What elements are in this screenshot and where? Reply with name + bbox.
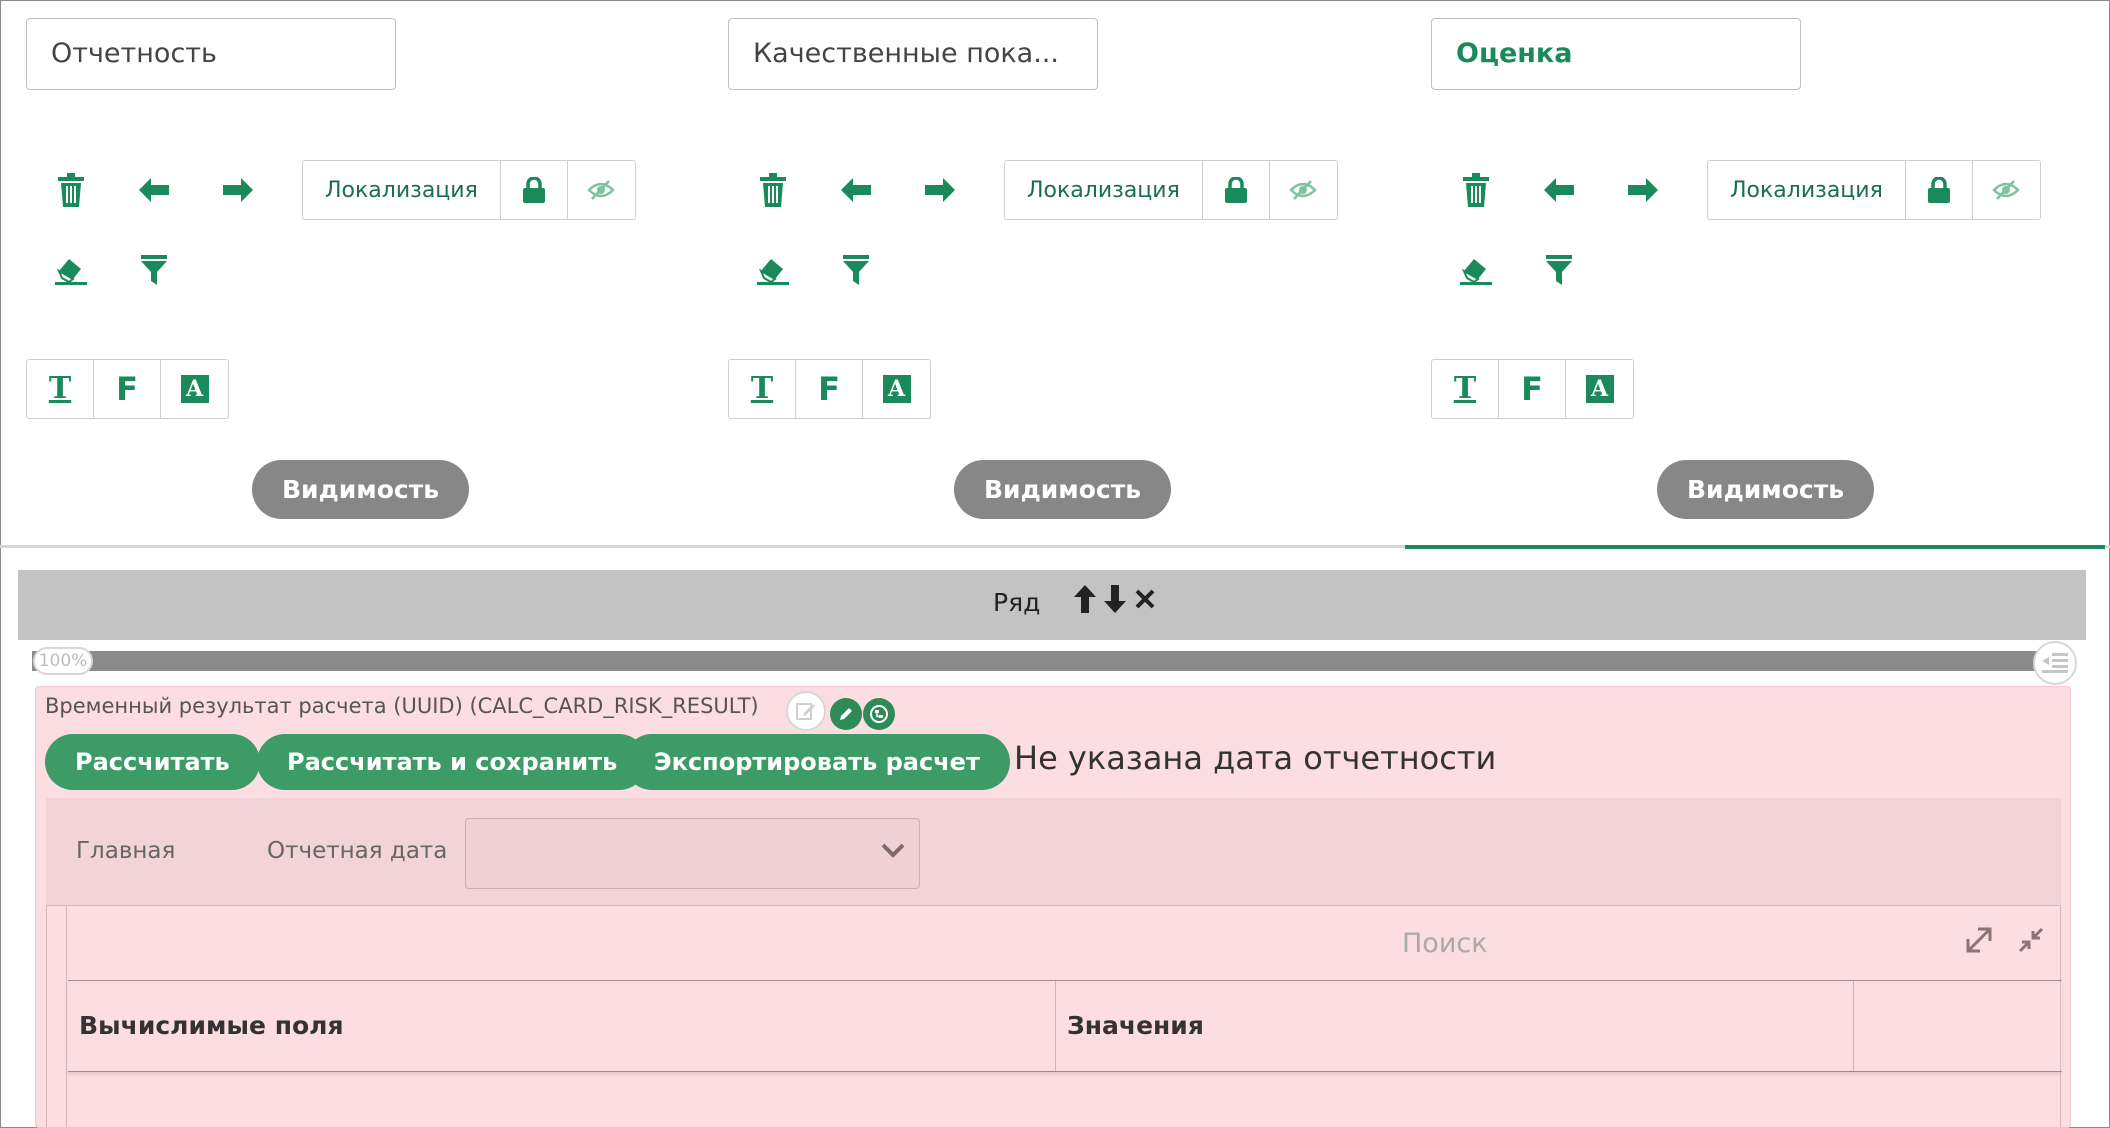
db-schema-icon[interactable] [863, 698, 895, 730]
visibility-button[interactable]: Видимость [954, 460, 1172, 519]
eye-slash-icon[interactable] [1973, 161, 2040, 219]
localization-group: Локализация [1707, 160, 2041, 220]
localization-button[interactable]: Локализация [303, 161, 501, 219]
arrow-right-icon[interactable] [910, 160, 970, 220]
row-controls [1072, 584, 1158, 614]
active-tab-indicator [1405, 545, 2105, 549]
arrow-up-icon[interactable] [1072, 584, 1098, 614]
tab-name-input[interactable]: Качественные пока... [728, 18, 1098, 90]
lock-icon[interactable] [501, 161, 568, 219]
text-format-button[interactable]: T [27, 360, 94, 418]
chevron-down-icon [881, 843, 905, 863]
arrow-left-icon[interactable] [1529, 160, 1589, 220]
filter-icon[interactable] [826, 240, 886, 300]
lock-icon[interactable] [1906, 161, 1973, 219]
search-input[interactable]: Поиск [1402, 928, 1488, 959]
eraser-icon[interactable] [743, 240, 803, 300]
format-group: T F A [26, 359, 229, 419]
width-percent-badge: 100% [33, 647, 93, 675]
column-header-extra[interactable] [1854, 981, 2062, 1071]
visibility-button[interactable]: Видимость [1657, 460, 1875, 519]
column-header-values[interactable]: Значения [1056, 981, 1854, 1071]
report-date-label: Отчетная дата [267, 838, 448, 864]
trash-icon[interactable] [1446, 160, 1506, 220]
arrow-left-icon[interactable] [826, 160, 886, 220]
close-icon[interactable] [1132, 584, 1158, 614]
widget-caption: Временный результат расчета (UUID) (CALC… [45, 694, 759, 718]
warning-message: Не указана дата отчетности [1014, 739, 1497, 777]
filter-icon[interactable] [124, 240, 184, 300]
report-date-select[interactable] [465, 818, 920, 889]
text-format-button[interactable]: T [1432, 360, 1499, 418]
font-format-button[interactable]: A [1566, 360, 1633, 418]
eraser-icon[interactable] [1446, 240, 1506, 300]
column-header-computed-fields[interactable]: Вычислимые поля [68, 981, 1056, 1071]
export-calculation-button[interactable]: Экспортировать расчет [624, 734, 1010, 790]
format-group: T F A [1431, 359, 1634, 419]
visibility-button[interactable]: Видимость [252, 460, 470, 519]
trash-icon[interactable] [743, 160, 803, 220]
eye-slash-icon[interactable] [568, 161, 635, 219]
tab-name-input[interactable]: Отчетность [26, 18, 396, 90]
filter-icon[interactable] [1529, 240, 1589, 300]
calculate-save-button[interactable]: Рассчитать и сохранить [257, 734, 648, 790]
edit-note-icon[interactable] [786, 691, 826, 731]
tab-config-2: Качественные пока... Локализация T F A В… [702, 0, 1338, 548]
text-format-button[interactable]: T [729, 360, 796, 418]
font-format-button[interactable]: A [161, 360, 228, 418]
width-slider-track[interactable] [32, 651, 2072, 671]
localization-button[interactable]: Локализация [1708, 161, 1906, 219]
lock-icon[interactable] [1203, 161, 1270, 219]
expand-icon[interactable] [1957, 918, 2001, 962]
format-group: T F A [728, 359, 931, 419]
grid-header-row: Вычислимые поля Значения [68, 980, 2062, 1072]
arrow-right-icon[interactable] [1613, 160, 1673, 220]
list-indent-icon[interactable] [2033, 641, 2077, 685]
data-grid: Поиск Вычислимые поля Значения [46, 905, 2062, 1127]
formula-format-button[interactable]: F [1499, 360, 1566, 418]
filter-tab-main[interactable]: Главная [76, 838, 175, 864]
tab-name-input[interactable]: Оценка [1431, 18, 1801, 90]
trash-icon[interactable] [41, 160, 101, 220]
calc-widget: Временный результат расчета (UUID) (CALC… [35, 686, 2071, 1128]
arrow-right-icon[interactable] [208, 160, 268, 220]
localization-group: Локализация [302, 160, 636, 220]
arrow-down-icon[interactable] [1102, 584, 1128, 614]
tab-config-1: Отчетность Локализация T F A Видимость [0, 0, 636, 548]
eye-slash-icon[interactable] [1270, 161, 1337, 219]
arrow-left-icon[interactable] [124, 160, 184, 220]
row-header: Ряд [18, 570, 2086, 640]
row-title: Ряд [993, 588, 1041, 617]
filter-bar: Главная Отчетная дата [46, 798, 2061, 905]
eraser-icon[interactable] [41, 240, 101, 300]
formula-format-button[interactable]: F [94, 360, 161, 418]
collapse-icon[interactable] [2009, 918, 2053, 962]
tab-config-3: Оценка Локализация T F A Видимость [1405, 0, 2041, 548]
pencil-icon[interactable] [830, 698, 862, 730]
calculate-button[interactable]: Рассчитать [45, 734, 260, 790]
localization-group: Локализация [1004, 160, 1338, 220]
font-format-button[interactable]: A [863, 360, 930, 418]
grid-gutter [47, 906, 67, 1127]
localization-button[interactable]: Локализация [1005, 161, 1203, 219]
formula-format-button[interactable]: F [796, 360, 863, 418]
